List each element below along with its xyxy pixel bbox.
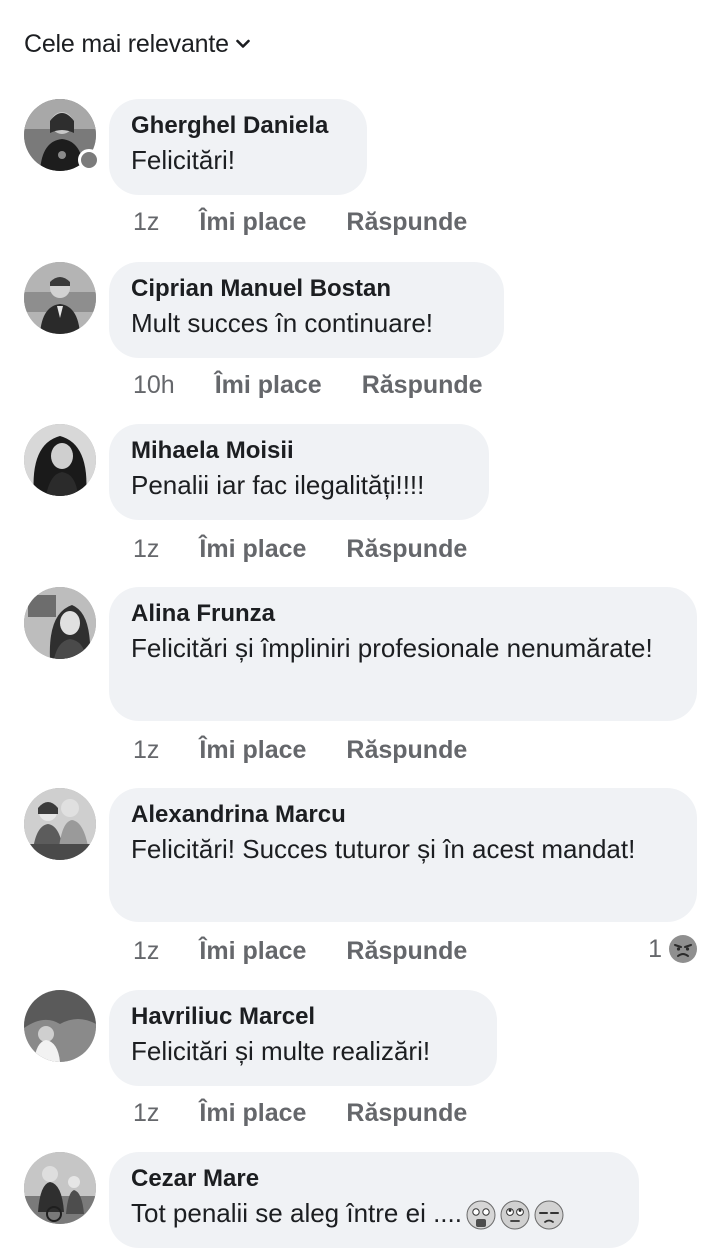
comment-timestamp[interactable]: 1z — [133, 937, 159, 966]
comment-text: Tot penalii se aleg între ei .... — [131, 1198, 462, 1228]
comment-timestamp[interactable]: 10h — [133, 371, 175, 400]
reply-button[interactable]: Răspunde — [346, 535, 467, 564]
comment-author[interactable]: Mihaela Moisii — [131, 436, 467, 466]
comment-author[interactable]: Alexandrina Marcu — [131, 800, 675, 830]
avatar[interactable] — [24, 587, 96, 659]
comment-text: Felicitări! Succes tuturor și în acest m… — [131, 834, 636, 864]
avatar[interactable] — [24, 424, 96, 496]
like-button[interactable]: Îmi place — [215, 371, 322, 400]
comment-text: Felicitări și împliniri profesionale nen… — [131, 633, 653, 663]
comment-actions: 10h Îmi place Răspunde — [133, 368, 483, 402]
comment-author[interactable]: Cezar Mare — [131, 1164, 617, 1194]
online-status-indicator — [78, 149, 100, 171]
chevron-down-icon — [235, 36, 251, 52]
reply-button[interactable]: Răspunde — [346, 208, 467, 237]
sort-dropdown[interactable]: Cele mai relevante — [24, 24, 251, 64]
comment-text: Felicitări! — [131, 145, 236, 175]
like-button[interactable]: Îmi place — [199, 208, 306, 237]
money-mouth-face-icon — [466, 1200, 496, 1230]
like-button[interactable]: Îmi place — [199, 1099, 306, 1128]
comment-bubble[interactable]: Havriliuc Marcel Felicitări și multe rea… — [109, 990, 497, 1086]
comment-actions: 1z Îmi place Răspunde — [133, 532, 467, 566]
comment-bubble[interactable]: Alina Frunza Felicitări și împliniri pro… — [109, 587, 697, 721]
comment-bubble[interactable]: Alexandrina Marcu Felicitări! Succes tut… — [109, 788, 697, 922]
comment-author[interactable]: Gherghel Daniela — [131, 111, 345, 141]
emoji-row — [466, 1200, 564, 1230]
comment-actions: 1z Îmi place Răspunde — [133, 1096, 467, 1130]
reaction-summary[interactable]: 1 — [648, 934, 698, 964]
rolling-eyes-face-icon — [500, 1200, 530, 1230]
reply-button[interactable]: Răspunde — [346, 937, 467, 966]
comment-actions: 1z Îmi place Răspunde — [133, 733, 467, 767]
unamused-face-icon — [534, 1200, 564, 1230]
comment-bubble[interactable]: Cezar Mare Tot penalii se aleg între ei … — [109, 1152, 639, 1248]
comment-text: Felicitări și multe realizări! — [131, 1036, 431, 1066]
avatar[interactable] — [24, 1152, 96, 1224]
avatar[interactable] — [24, 262, 96, 334]
comment-timestamp[interactable]: 1z — [133, 208, 159, 237]
comment-author[interactable]: Alina Frunza — [131, 599, 675, 629]
reply-button[interactable]: Răspunde — [346, 736, 467, 765]
comment-timestamp[interactable]: 1z — [133, 1099, 159, 1128]
comment-actions: 1z Îmi place Răspunde — [133, 934, 467, 968]
like-button[interactable]: Îmi place — [199, 736, 306, 765]
comment-timestamp[interactable]: 1z — [133, 535, 159, 564]
avatar[interactable] — [24, 788, 96, 860]
like-button[interactable]: Îmi place — [199, 937, 306, 966]
comment-bubble[interactable]: Gherghel Daniela Felicitări! — [109, 99, 367, 195]
comment-actions: 1z Îmi place Răspunde — [133, 205, 467, 239]
like-button[interactable]: Îmi place — [199, 535, 306, 564]
avatar[interactable] — [24, 990, 96, 1062]
comment-author[interactable]: Ciprian Manuel Bostan — [131, 274, 482, 304]
comment-bubble[interactable]: Mihaela Moisii Penalii iar fac ilegalită… — [109, 424, 489, 520]
sort-label: Cele mai relevante — [24, 29, 229, 58]
comment-text: Mult succes în continuare! — [131, 308, 434, 338]
comment-author[interactable]: Havriliuc Marcel — [131, 1002, 475, 1032]
reply-button[interactable]: Răspunde — [362, 371, 483, 400]
reaction-count: 1 — [648, 934, 662, 963]
comment-text: Penalii iar fac ilegalități!!!! — [131, 470, 425, 500]
comment-text-line: Tot penalii se aleg între ei .... — [131, 1194, 617, 1232]
comment-bubble[interactable]: Ciprian Manuel Bostan Mult succes în con… — [109, 262, 504, 358]
reply-button[interactable]: Răspunde — [346, 1099, 467, 1128]
angry-face-icon — [668, 934, 698, 964]
comment-timestamp[interactable]: 1z — [133, 736, 159, 765]
